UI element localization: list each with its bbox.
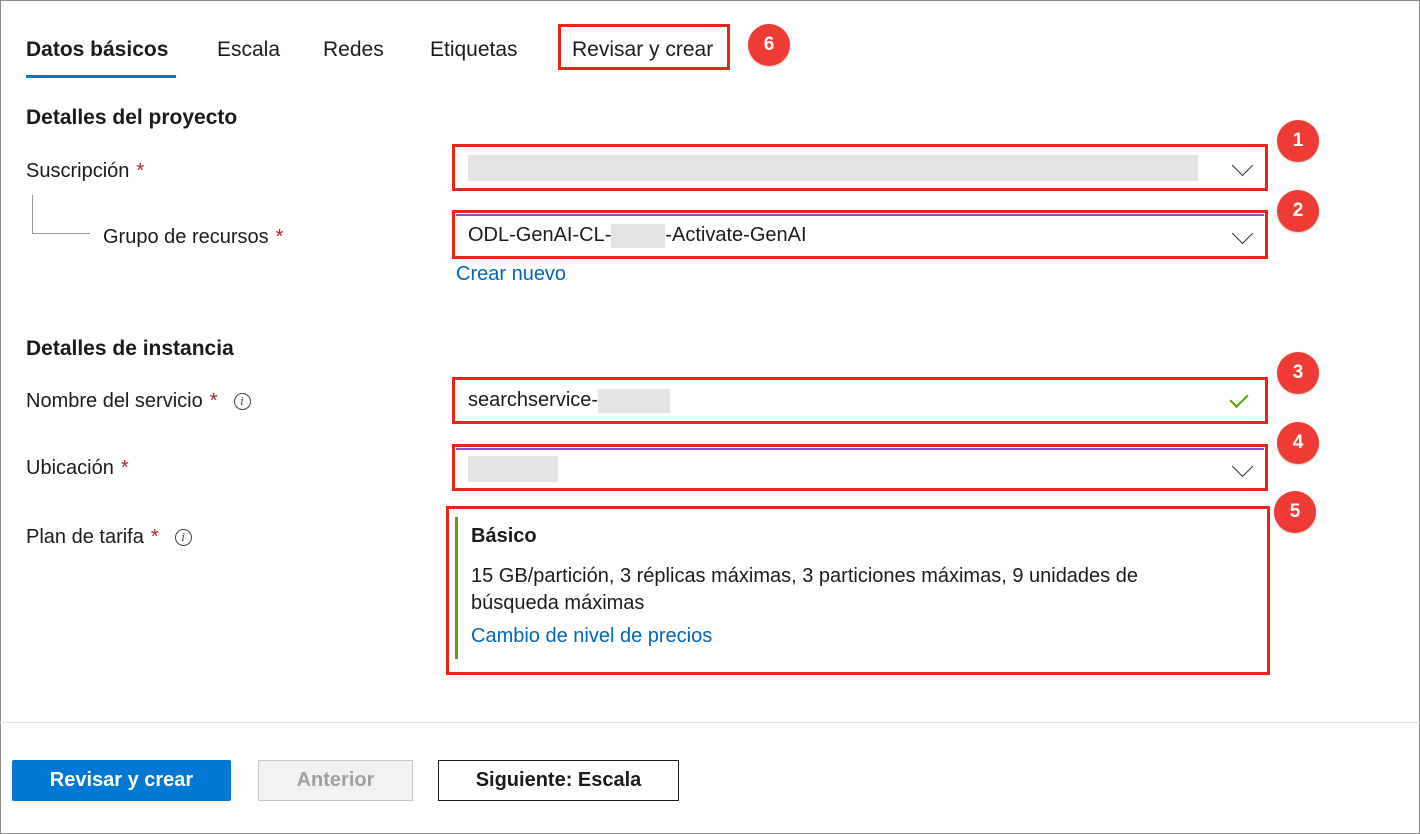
subscription-label: Suscripción * — [26, 160, 145, 182]
step-badge-6: 6 — [748, 24, 790, 66]
redacted-subscription — [468, 154, 1198, 181]
required-marker: * — [150, 526, 159, 548]
resource-group-prefix: ODL-GenAI-CL- — [468, 224, 612, 246]
next-button[interactable]: Siguiente: Escala — [438, 760, 679, 801]
step-badge-4: 4 — [1277, 422, 1319, 464]
info-icon[interactable]: i — [233, 393, 251, 410]
checkmark-icon — [1229, 388, 1249, 408]
required-marker: * — [136, 160, 145, 182]
location-dropdown[interactable] — [456, 448, 1264, 487]
required-marker: * — [209, 390, 218, 412]
service-name-label: Nombre del servicio * i — [26, 390, 251, 413]
tier-name: Básico — [471, 525, 537, 547]
service-name-input[interactable]: searchservice- — [456, 381, 1264, 420]
chevron-down-icon — [1231, 222, 1254, 244]
info-icon[interactable]: i — [174, 529, 192, 546]
highlight-tab-review — [558, 24, 730, 70]
resource-group-suffix: -Activate-GenAI — [665, 224, 807, 246]
tab-datos-basicos[interactable]: Datos básicos — [26, 38, 168, 62]
service-name-value: searchservice- — [468, 389, 599, 411]
redacted-location — [468, 455, 558, 482]
tree-connector — [32, 195, 33, 233]
chevron-down-icon — [1231, 154, 1254, 176]
chevron-down-icon — [1231, 455, 1254, 477]
step-badge-2: 2 — [1277, 190, 1319, 232]
section-heading-instance: Detalles de instancia — [26, 337, 234, 360]
step-badge-3: 3 — [1277, 352, 1319, 394]
change-pricing-tier-link[interactable]: Cambio de nivel de precios — [471, 625, 712, 648]
pricing-tier-label: Plan de tarifa * i — [26, 526, 192, 549]
tab-etiquetas[interactable]: Etiquetas — [430, 38, 518, 62]
active-tab-indicator — [26, 75, 176, 78]
step-badge-5: 5 — [1274, 491, 1316, 533]
redacted-service-name — [598, 388, 671, 413]
section-heading-project: Detalles del proyecto — [26, 106, 238, 129]
create-new-link[interactable]: Crear nuevo — [456, 263, 566, 286]
review-create-button[interactable]: Revisar y crear — [12, 760, 231, 801]
footer-divider — [0, 722, 1420, 723]
redacted-resource-group — [611, 223, 666, 248]
pricing-tier-card: Básico 15 GB/partición, 3 réplicas máxim… — [455, 517, 1264, 659]
resource-group-dropdown[interactable]: ODL-GenAI-CL- -Activate-GenAI — [456, 214, 1264, 255]
subscription-dropdown[interactable] — [456, 148, 1264, 187]
location-label: Ubicación * — [26, 457, 129, 479]
tree-connector-horizontal — [32, 233, 90, 234]
tab-redes[interactable]: Redes — [323, 38, 384, 62]
tier-description: 15 GB/partición, 3 réplicas máximas, 3 p… — [471, 565, 1138, 614]
required-marker: * — [120, 457, 129, 479]
previous-button: Anterior — [258, 760, 413, 801]
required-marker: * — [275, 226, 284, 248]
step-badge-1: 1 — [1277, 120, 1319, 162]
resource-group-label: Grupo de recursos * — [103, 226, 284, 248]
tab-escala[interactable]: Escala — [217, 38, 280, 62]
